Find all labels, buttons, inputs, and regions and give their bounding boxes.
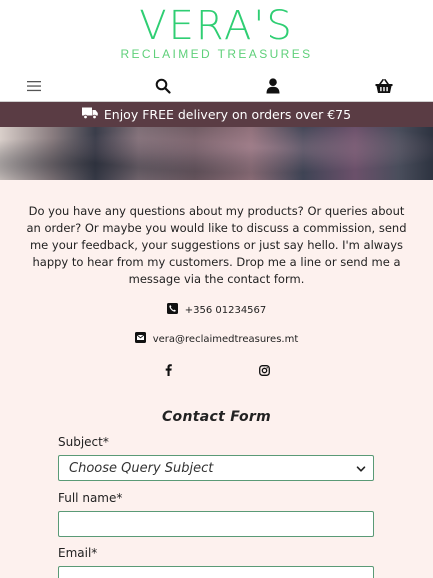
phone-number[interactable]: +356 01234567 (185, 305, 267, 316)
chevron-down-icon (356, 463, 366, 478)
truck-icon (81, 107, 98, 122)
email-contact[interactable]: vera@reclaimedtreasures.mt (0, 332, 433, 346)
basket-icon[interactable] (374, 76, 394, 96)
hero-image (0, 127, 433, 180)
email-input[interactable] (58, 566, 374, 578)
phone-contact[interactable]: +356 01234567 (0, 303, 433, 317)
fullname-label: Full name* (58, 491, 123, 505)
phone-icon (166, 303, 178, 317)
fullname-input[interactable] (58, 511, 374, 537)
search-icon[interactable] (153, 76, 173, 96)
facebook-icon[interactable] (161, 363, 175, 377)
subject-select-value: Choose Query Subject (69, 460, 214, 476)
email-address[interactable]: vera@reclaimedtreasures.mt (153, 334, 299, 345)
subject-label: Subject* (58, 435, 109, 449)
promo-text: Enjoy FREE delivery on orders over €75 (103, 107, 352, 122)
form-title: Contact Form (161, 409, 272, 425)
promo-banner: Enjoy FREE delivery on orders over €75 (0, 102, 433, 127)
user-icon[interactable] (263, 76, 283, 96)
hamburger-menu-icon[interactable] (24, 76, 44, 96)
envelope-icon (134, 332, 146, 346)
logo-subtitle[interactable]: RECLAIMED TREASURES (0, 47, 433, 61)
nav-row (0, 72, 433, 100)
instagram-icon[interactable] (257, 363, 271, 377)
intro-paragraph: Do you have any questions about my produ… (26, 204, 407, 286)
logo-title[interactable]: VERA'S (0, 4, 433, 48)
subject-select[interactable]: Choose Query Subject (58, 455, 374, 481)
email-label: Email* (58, 546, 98, 560)
site-header: VERA'S RECLAIMED TREASURES (0, 0, 433, 102)
